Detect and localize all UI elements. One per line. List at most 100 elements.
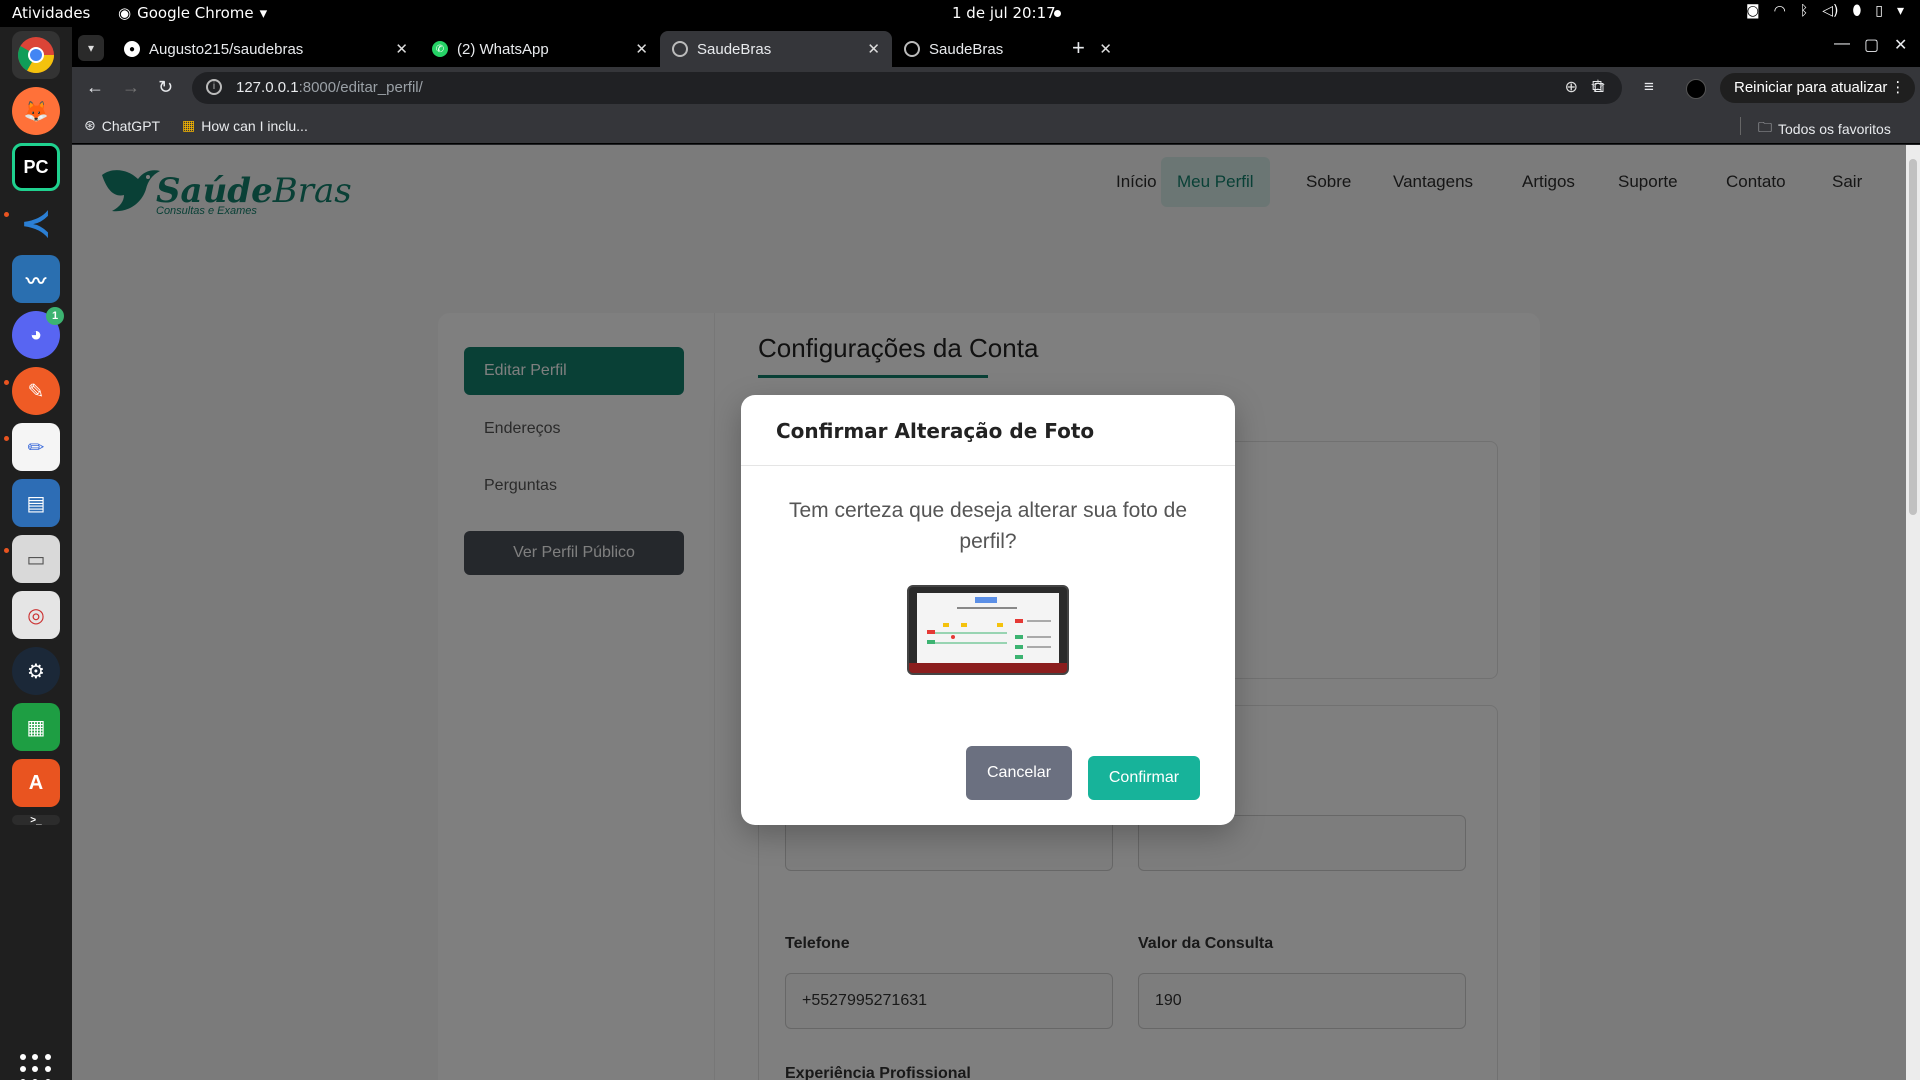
new-tab-button[interactable]: + [1072, 35, 1085, 61]
modal-message: Tem certeza que deseja alterar sua foto … [788, 499, 1188, 553]
tab-saudebras[interactable]: SaudeBras ✕ [892, 31, 1124, 67]
tab-saudebras-active[interactable]: SaudeBras ✕ [660, 31, 892, 67]
url-path: :8000/editar_perfil/ [298, 79, 423, 96]
confirm-button[interactable]: Confirmar [1088, 756, 1200, 800]
all-bookmarks[interactable]: 🗀 Todos os favoritos [1758, 117, 1891, 141]
photo-preview-image [907, 585, 1069, 675]
bookmark-chatgpt[interactable]: ⊛ ChatGPT [84, 117, 160, 134]
diagram-thumbnail-icon [927, 597, 1051, 659]
vscode-icon[interactable]: ≺ [12, 199, 60, 247]
tab-title: (2) WhatsApp [457, 40, 549, 58]
page-scrollbar[interactable] [1906, 145, 1920, 1080]
text-editor-icon[interactable]: ✏ [12, 423, 60, 471]
caret-down-icon: ▾ [259, 4, 268, 22]
minimize-icon[interactable]: — [1834, 35, 1850, 53]
profile-avatar[interactable] [1686, 79, 1706, 99]
app-menu[interactable]: ◉ Google Chrome ▾ [118, 4, 267, 22]
chrome-small-icon: ◉ [118, 4, 132, 22]
activities-button[interactable]: Atividades [12, 4, 90, 22]
notification-dot [1054, 10, 1061, 17]
terminal-icon[interactable]: >_ [12, 815, 60, 826]
tab-search-button[interactable]: ▾ [78, 35, 104, 61]
tab-whatsapp[interactable]: ✆ (2) WhatsApp ✕ [420, 31, 660, 67]
microphone-icon: ⬮ [1852, 3, 1862, 19]
extensions-icon[interactable]: ⧉ [1592, 77, 1604, 97]
preview-screen [917, 593, 1059, 663]
bookmark-how-can-i[interactable]: ▦ How can I inclu... [182, 117, 308, 134]
zoom-icon[interactable]: ⊕ [1565, 77, 1578, 97]
discord-tray-icon: ◙ [1746, 3, 1760, 19]
cancel-button[interactable]: Cancelar [966, 746, 1072, 800]
running-indicator [4, 212, 9, 217]
all-bookmarks-label: Todos os favoritos [1778, 121, 1891, 137]
close-icon[interactable]: ✕ [635, 40, 648, 58]
more-menu-icon[interactable]: ⋮ [1890, 73, 1905, 103]
close-icon[interactable]: ✕ [867, 40, 880, 58]
close-icon[interactable]: ✕ [1099, 40, 1112, 58]
bluetooth-icon: ᛒ [1799, 3, 1809, 19]
system-monitor-icon[interactable]: 〰 [12, 255, 60, 303]
bookmark-label: ChatGPT [101, 117, 161, 134]
document-viewer-icon[interactable]: ◎ [12, 591, 60, 639]
page-viewport: SaúdeBras Consultas e Exames Início Meu … [72, 145, 1920, 1080]
modal-title: Confirmar Alteração de Foto [776, 419, 1095, 443]
tab-title: Augusto215/saudebras [149, 40, 304, 58]
close-icon[interactable]: ✕ [395, 40, 408, 58]
firefox-icon[interactable]: 🦊 [12, 87, 60, 135]
globe-icon [672, 41, 688, 57]
discord-icon[interactable]: ◕ 1 [12, 307, 64, 359]
app-menu-label: Google Chrome [137, 4, 254, 22]
folder-icon: 🗀 [1758, 119, 1772, 135]
calc-icon[interactable]: ▦ [12, 703, 60, 751]
reload-icon[interactable]: ↻ [158, 77, 173, 98]
browser-window: ▾ ● Augusto215/saudebras ✕ ✆ (2) WhatsAp… [72, 27, 1920, 1080]
url-text[interactable]: 127.0.0.1:8000/editar_perfil/ [236, 79, 423, 96]
github-icon: ● [124, 41, 140, 57]
site-info-icon[interactable]: i [206, 79, 222, 95]
scrollbar-thumb[interactable] [1909, 159, 1917, 515]
running-indicator [4, 436, 9, 441]
tab-title: SaudeBras [929, 40, 1004, 58]
back-icon[interactable]: ← [86, 77, 104, 98]
preview-video-bar [909, 663, 1067, 673]
dock: 🦊 PC ≺ 〰 ◕ 1 ✎ ✏ ▤ ▭ ◎ ⚙ ▦ A >_ [0, 27, 72, 1080]
running-indicator [4, 548, 9, 553]
close-window-icon[interactable]: ✕ [1894, 35, 1907, 55]
address-bar[interactable]: i 127.0.0.1:8000/editar_perfil/ ⊕ ☆ [192, 72, 1622, 104]
forward-icon[interactable]: → [122, 77, 140, 98]
url-host: 127.0.0.1 [236, 79, 299, 96]
tab-github[interactable]: ● Augusto215/saudebras ✕ [112, 31, 420, 67]
postman-icon[interactable]: ✎ [12, 367, 60, 415]
modal-divider [741, 465, 1235, 466]
writer-icon[interactable]: ▤ [12, 479, 60, 527]
colorful-grid-icon: ▦ [182, 117, 196, 133]
chrome-dock-icon[interactable] [12, 31, 60, 79]
notification-badge: 1 [46, 307, 64, 325]
pycharm-icon[interactable]: PC [12, 143, 60, 191]
chatgpt-icon: ⊛ [84, 117, 96, 133]
tab-title: SaudeBras [697, 40, 772, 58]
bookmark-separator [1740, 117, 1741, 135]
bookmark-label: How can I inclu... [201, 117, 308, 134]
media-controls-icon[interactable]: ≡ [1644, 77, 1654, 97]
show-apps-icon[interactable] [20, 1054, 52, 1080]
bookmarks-bar: ⊛ ChatGPT ▦ How can I inclu... 🗀 Todos o… [72, 109, 1920, 144]
wifi-icon: ◠ [1773, 3, 1786, 19]
restart-to-update-button[interactable]: Reiniciar para atualizar ⋮ [1720, 73, 1916, 103]
restart-label: Reiniciar para atualizar [1734, 79, 1888, 96]
battery-icon: ▯ [1875, 3, 1883, 19]
whatsapp-icon: ✆ [432, 41, 448, 57]
volume-icon: ◁) [1822, 3, 1839, 19]
app-center-icon[interactable]: A [12, 759, 60, 807]
globe-icon [904, 41, 920, 57]
power-menu-icon: ▾ [1896, 3, 1904, 19]
maximize-icon[interactable]: ▢ [1864, 35, 1879, 55]
confirm-photo-modal: Confirmar Alteração de Foto Tem certeza … [741, 395, 1235, 825]
browser-toolbar: ← → ↻ i 127.0.0.1:8000/editar_perfil/ ⊕ … [72, 67, 1920, 109]
files-icon[interactable]: ▭ [12, 535, 60, 583]
system-top-bar: Atividades ◉ Google Chrome ▾ 1 de jul 20… [0, 0, 1920, 27]
system-tray[interactable]: ◙ ◠ ᛒ ◁) ⬮ ▯ ▾ [1746, 3, 1904, 19]
steam-icon[interactable]: ⚙ [12, 647, 60, 695]
clock[interactable]: 1 de jul 20:17 [952, 4, 1056, 22]
tab-strip: ▾ ● Augusto215/saudebras ✕ ✆ (2) WhatsAp… [72, 27, 1920, 67]
